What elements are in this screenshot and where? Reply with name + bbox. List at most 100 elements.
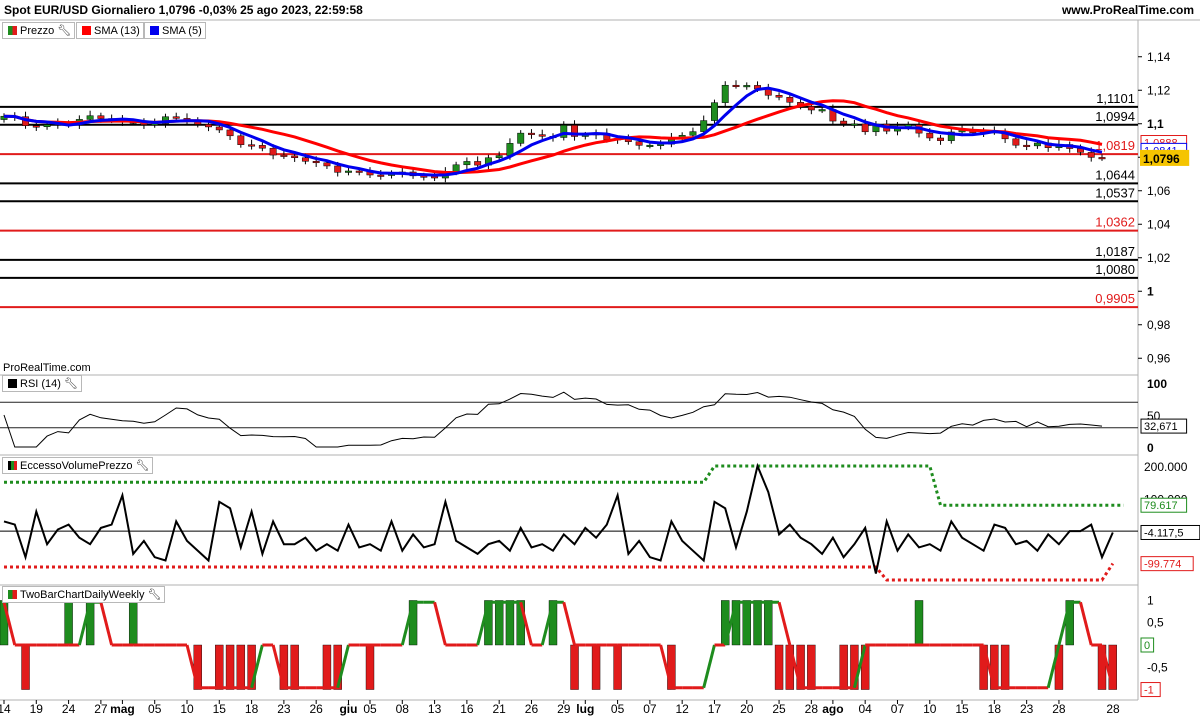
x-tick-label: 21 (492, 702, 506, 716)
x-tick-label: 19 (30, 702, 44, 716)
candle-down (1087, 152, 1095, 158)
legend-sma13-label: SMA (13) (94, 24, 140, 37)
legend-rsi[interactable]: RSI (14) 🔧︎ (2, 375, 82, 392)
candle-down (215, 126, 223, 131)
legend-sma5[interactable]: SMA (5) (144, 22, 206, 39)
candle-down (1023, 144, 1031, 147)
x-tick-label: 15 (213, 702, 227, 716)
candle-down (226, 129, 234, 137)
candle-down (377, 174, 385, 177)
twobar-bar-down (570, 644, 579, 690)
x-tick-label: 15 (955, 702, 969, 716)
x-tick-label: 26 (309, 702, 323, 716)
price-tick-label: 1,04 (1147, 217, 1171, 231)
x-tick-label: 13 (428, 702, 442, 716)
twobar-line-segment (702, 644, 716, 689)
candle-down (237, 135, 245, 145)
legend-twobar-label: TwoBarChartDailyWeekly (20, 588, 145, 601)
candle-down (280, 154, 288, 157)
candle-down (291, 155, 299, 159)
x-tick-label: 23 (277, 702, 291, 716)
x-tick-label: 28 (1052, 702, 1066, 716)
candle-down (32, 125, 40, 128)
twobar-tick-label: 0,5 (1147, 616, 1164, 630)
chart-title: Spot EUR/USD Giornaliero 1,0796 -0,03% 2… (4, 3, 363, 17)
candle-down (301, 157, 309, 162)
twobar-bar-up (764, 600, 773, 646)
price-panel: 1,11011,09941,08191,06441,05371,03621,01… (0, 80, 1138, 309)
candle-down (172, 116, 180, 119)
level-label: 0,9905 (1095, 291, 1135, 306)
candle-up (517, 132, 525, 144)
candle-down (312, 161, 320, 164)
legend-evp[interactable]: EccessoVolumePrezzo 🔧︎ (2, 457, 154, 474)
x-tick-label: ago (822, 702, 843, 716)
sma13-swatch-icon (82, 26, 91, 35)
evp-swatch-icon (8, 461, 17, 470)
x-tick-label: 18 (988, 702, 1002, 716)
x-tick-label: 29 (557, 702, 571, 716)
evp-tag-label: 79.617 (1144, 500, 1178, 512)
candle-down (861, 123, 869, 133)
wrench-icon[interactable]: 🔧︎ (57, 24, 71, 37)
twobar-bar-down (839, 644, 848, 690)
twobar-bar-down (365, 644, 375, 690)
evp-tick-label: 200.000 (1144, 460, 1188, 474)
candle-down (840, 120, 848, 125)
price-tick-label: 1,1 (1147, 117, 1164, 131)
x-tick-label: 08 (396, 702, 410, 716)
twobar-bar-down (21, 644, 30, 690)
twobar-bar-down (236, 644, 246, 690)
twobar-tick-label: -0,5 (1147, 660, 1168, 674)
x-tick-label: lug (576, 702, 594, 716)
rsi-tick-label: 0 (1147, 441, 1154, 455)
price-tick-label: 1,02 (1147, 251, 1171, 265)
candle-down (786, 97, 794, 103)
price-tick-label: 1,14 (1147, 50, 1171, 64)
legend-price[interactable]: Prezzo 🔧︎ (2, 22, 76, 39)
twobar-swatch-icon (8, 590, 17, 599)
legend-sma13[interactable]: SMA (13) (76, 22, 144, 39)
axes: 1,141,121,11,081,061,041,0210,980,961,08… (0, 50, 1200, 716)
rsi-panel (0, 391, 1138, 448)
candle-up (495, 155, 503, 159)
twobar-bar-down (322, 644, 332, 690)
candle-down (538, 134, 546, 137)
legend-twobar[interactable]: TwoBarChartDailyWeekly 🔧︎ (2, 586, 166, 603)
x-tick-label: 14 (0, 702, 11, 716)
level-label: 1,0994 (1095, 109, 1135, 124)
wrench-icon[interactable]: 🔧︎ (64, 377, 78, 390)
candle-up (345, 170, 352, 173)
evp-lower-band (4, 562, 1115, 582)
twobar-bar-down (807, 644, 816, 690)
twobar-bar-up (64, 600, 73, 646)
twobar-bar-down (613, 644, 622, 690)
candle-down (732, 84, 740, 87)
legend-sma5-label: SMA (5) (162, 24, 202, 37)
x-tick-label: 18 (245, 702, 259, 716)
twobar-panel (0, 600, 1117, 690)
twobar-tag-label: -1 (1144, 685, 1154, 697)
candle-up (850, 123, 858, 126)
level-label: 1,0537 (1095, 185, 1135, 200)
legend-evp-label: EccessoVolumePrezzo (20, 459, 133, 472)
twobar-line-segment (99, 601, 114, 646)
wrench-icon[interactable]: 🔧︎ (136, 459, 150, 472)
x-tick-label: 20 (740, 702, 754, 716)
rsi-tick-label: 100 (1147, 377, 1167, 391)
twobar-bar-down (290, 644, 299, 690)
wrench-icon[interactable]: 🔧︎ (148, 588, 162, 601)
candle-up (463, 161, 471, 166)
candle-up (743, 85, 751, 88)
evp-tag-label: -4.117,5 (1144, 527, 1184, 539)
candle-down (937, 137, 944, 141)
x-tick-label: 05 (148, 702, 162, 716)
x-tick-label: 07 (643, 702, 657, 716)
x-tick-label: 05 (611, 702, 625, 716)
x-tick-label: 07 (891, 702, 905, 716)
x-tick-label: 25 (772, 702, 786, 716)
candle-down (1098, 157, 1106, 160)
candle-down (97, 115, 105, 119)
site-link[interactable]: www.ProRealTime.com (1062, 3, 1194, 17)
twobar-bar-up (753, 600, 762, 646)
